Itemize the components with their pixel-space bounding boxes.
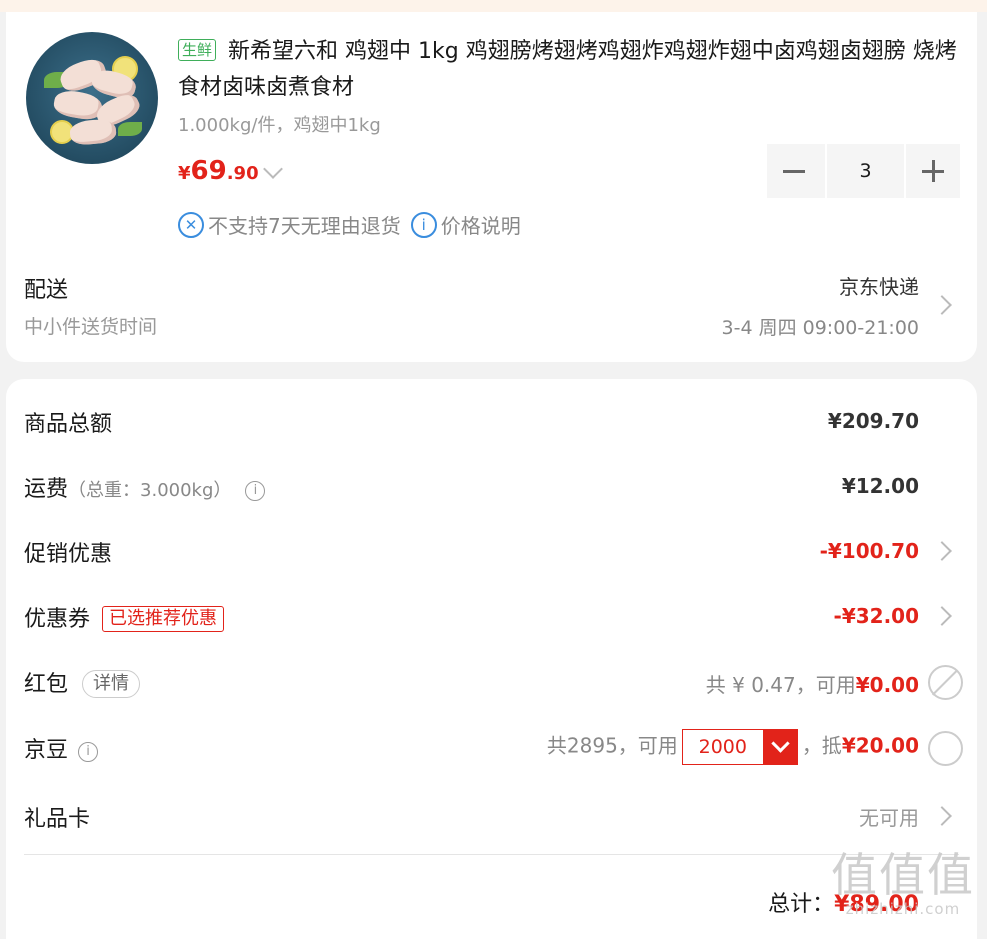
top-strip	[0, 0, 987, 12]
delivery-chevron-icon[interactable]	[932, 295, 952, 315]
total-label: 总计：	[768, 892, 835, 917]
beans-toggle-radio[interactable]	[928, 731, 963, 766]
delivery-time[interactable]: 3-4 周四 09:00-21:00	[722, 313, 919, 340]
beans-deduct-value: ¥20.00	[841, 733, 919, 758]
price-integer: 69	[190, 156, 227, 186]
redpacket-detail-button[interactable]: 详情	[82, 670, 141, 698]
shipping-weight: （总重：3.000kg）	[68, 480, 232, 501]
redpacket-available: ¥0.00	[855, 673, 919, 697]
product-title[interactable]: 生鲜 新希望六和 鸡翅中 1kg 鸡翅膀烤翅烤鸡翅炸鸡翅炸翅中卤鸡翅卤翅膀 烧烤食…	[178, 34, 963, 106]
price-decimal: .90	[226, 163, 259, 184]
wing-decor	[69, 118, 117, 146]
delivery-sublabel: 中小件送货时间	[24, 316, 158, 338]
promo-chevron-icon[interactable]	[932, 541, 952, 561]
giftcard-status[interactable]: 无可用	[859, 802, 919, 831]
coupon-row[interactable]: 优惠券 已选推荐优惠	[24, 601, 225, 634]
product-card: 生鲜 新希望六和 鸡翅中 1kg 鸡翅膀烤翅烤鸡翅炸鸡翅炸翅中卤鸡翅卤翅膀 烧烤食…	[6, 12, 977, 362]
coupon-value[interactable]: -¥32.00	[834, 604, 919, 628]
info-icon[interactable]: i	[410, 211, 437, 238]
quantity-value[interactable]: 3	[825, 144, 906, 198]
price-explain-link[interactable]: 价格说明	[441, 210, 521, 239]
redpacket-disabled-icon	[928, 665, 963, 700]
redpacket-row: 红包 详情	[24, 666, 141, 700]
delivery-carrier[interactable]: 京东快递	[839, 271, 919, 300]
price-expand-chevron-icon[interactable]	[263, 159, 283, 179]
no-return-icon: ✕	[178, 211, 204, 238]
giftcard-label[interactable]: 礼品卡	[24, 801, 90, 833]
redpacket-info-text: 共 ¥ 0.47，可用	[705, 673, 856, 697]
promo-label[interactable]: 促销优惠	[24, 536, 112, 568]
shipping-value: ¥12.00	[841, 474, 919, 498]
beans-info-icon[interactable]: i	[78, 742, 99, 762]
beans-label: 京豆	[24, 738, 69, 763]
site-watermark: 值值值 zhizhizhi.com	[831, 850, 975, 918]
quantity-stepper: 3	[767, 144, 960, 198]
decrease-quantity-button[interactable]	[767, 144, 821, 198]
beans-info-text: 共2895，可用	[546, 733, 678, 758]
product-image[interactable]	[26, 32, 158, 164]
product-title-text: 新希望六和 鸡翅中 1kg 鸡翅膀烤翅烤鸡翅炸鸡翅炸翅中卤鸡翅卤翅膀 烧烤食材卤…	[178, 39, 957, 100]
watermark-logo: 值值值	[831, 848, 975, 902]
redpacket-label: 红包	[24, 672, 69, 697]
product-notes: ✕ 不支持7天无理由退货 i 价格说明	[178, 210, 521, 239]
summary-divider	[24, 854, 959, 855]
goods-total-value: ¥209.70	[827, 409, 919, 433]
giftcard-chevron-icon[interactable]	[932, 806, 952, 826]
watermark-url: zhizhizhi.com	[845, 900, 961, 918]
redpacket-info: 共 ¥ 0.47，可用¥0.00	[706, 669, 919, 698]
beans-deduct-text: ，抵	[801, 733, 842, 758]
fresh-tag: 生鲜	[178, 39, 217, 61]
beans-info: 共2895，可用 2000 ，抵¥20.00	[547, 729, 919, 765]
goods-total-label: 商品总额	[24, 412, 113, 437]
shipping-info-icon[interactable]: i	[245, 481, 266, 501]
increase-quantity-button[interactable]	[906, 144, 960, 198]
beans-amount-value: 2000	[698, 736, 747, 758]
chevron-down-icon	[762, 730, 797, 764]
no-return-text: 不支持7天无理由退货	[208, 214, 401, 238]
delivery-label: 配送	[24, 278, 69, 303]
shipping-label: 运费	[24, 477, 69, 502]
promo-value[interactable]: -¥100.70	[820, 539, 919, 563]
beans-amount-select[interactable]: 2000	[681, 729, 798, 765]
coupon-selected-tag: 已选推荐优惠	[102, 606, 225, 632]
beans-row: 京豆 i	[24, 732, 99, 764]
coupon-label: 优惠券	[24, 607, 91, 632]
product-price: ¥69.90	[178, 156, 259, 186]
product-spec: 1.000kg/件，鸡翅中1kg	[178, 115, 381, 136]
leaf-decor	[118, 122, 142, 136]
coupon-chevron-icon[interactable]	[932, 606, 952, 626]
shipping-row: 运费（总重：3.000kg） i	[24, 471, 266, 503]
price-symbol: ¥	[178, 163, 191, 184]
